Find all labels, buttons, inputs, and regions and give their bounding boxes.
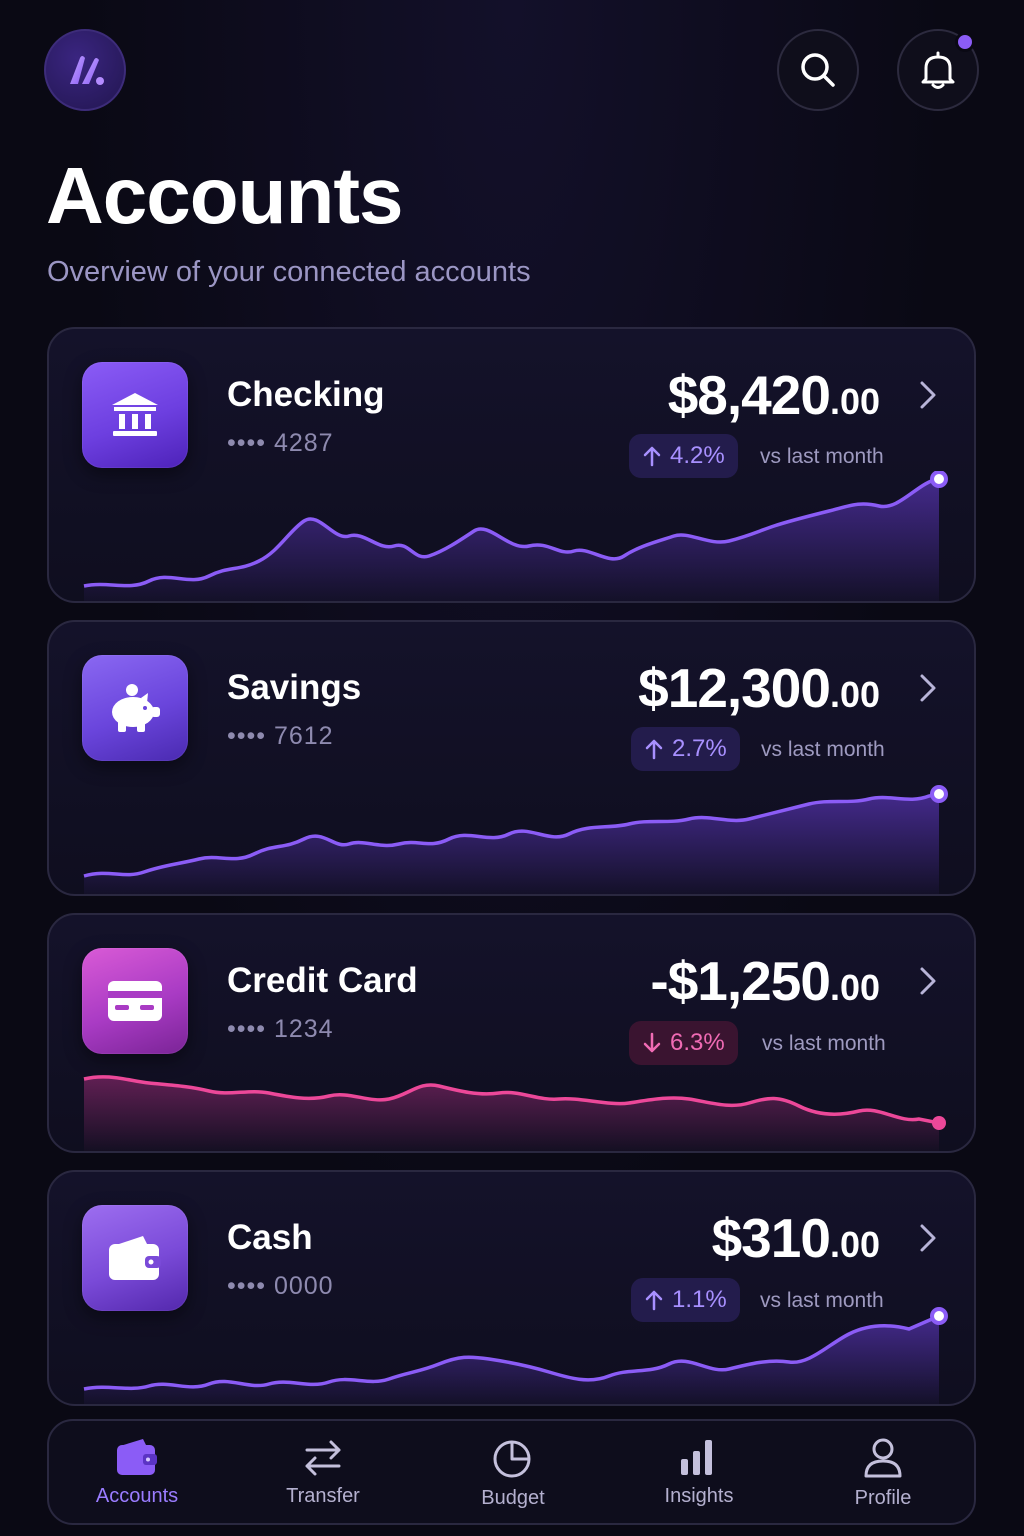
wallet-icon: [82, 1205, 188, 1311]
search-icon: [801, 53, 835, 87]
account-name: Savings: [227, 668, 362, 707]
account-card-checking[interactable]: Checking •••• 4287 $8,420.00 4.2% vs las…: [47, 327, 976, 603]
chevron-right-icon[interactable]: [918, 1222, 938, 1259]
balance-sparkline: [83, 1307, 948, 1404]
balance-sparkline: [83, 785, 948, 894]
account-card-savings[interactable]: Savings •••• 7612 $12,300.00 2.7% vs las…: [47, 620, 976, 896]
arrow-up-icon: [645, 739, 663, 760]
tab-insights[interactable]: Insights: [624, 1421, 774, 1525]
chevron-right-icon[interactable]: [918, 379, 938, 416]
arrow-up-icon: [643, 446, 661, 467]
tab-budget[interactable]: Budget: [438, 1421, 588, 1525]
wallet-icon: [117, 1439, 157, 1475]
balance-sparkline: [83, 471, 948, 601]
account-balance: $310.00: [711, 1207, 880, 1269]
tab-profile[interactable]: Profile: [808, 1421, 958, 1525]
page-subtitle: Overview of your connected accounts: [47, 256, 531, 288]
compare-label: vs last month: [761, 738, 885, 761]
account-balance: $12,300.00: [638, 657, 880, 719]
account-name: Credit Card: [227, 961, 418, 1000]
account-balance: -$1,250.00: [650, 950, 880, 1012]
page-title: Accounts: [46, 151, 403, 240]
account-name: Cash: [227, 1218, 313, 1257]
brand-logo-icon[interactable]: [44, 29, 126, 111]
balance-sparkline: [83, 1075, 946, 1151]
compare-label: vs last month: [760, 445, 884, 468]
credit-card-icon: [82, 948, 188, 1054]
account-card-credit-card[interactable]: Credit Card •••• 1234 -$1,250.00 6.3% vs…: [47, 913, 976, 1153]
chevron-right-icon[interactable]: [918, 965, 938, 1002]
notification-dot: [955, 32, 975, 52]
pie-chart-icon: [493, 1440, 531, 1478]
transfer-arrows-icon: [305, 1440, 341, 1476]
account-balance: $8,420.00: [667, 364, 880, 426]
bottom-tab-bar: Accounts Transfer Budget Insights Profil…: [47, 1419, 976, 1525]
compare-label: vs last month: [762, 1032, 886, 1055]
accounts-screen: Accounts Overview of your connected acco…: [0, 0, 1024, 1536]
chevron-right-icon[interactable]: [918, 672, 938, 709]
account-card-cash[interactable]: Cash •••• 0000 $310.00 1.1% vs last mont…: [47, 1170, 976, 1406]
account-name: Checking: [227, 375, 385, 414]
account-number: •••• 1234: [227, 1015, 334, 1043]
account-number: •••• 4287: [227, 429, 334, 457]
tab-transfer[interactable]: Transfer: [248, 1421, 398, 1525]
bank-icon: [82, 362, 188, 468]
account-number: •••• 0000: [227, 1272, 334, 1300]
piggy-bank-icon: [82, 655, 188, 761]
change-badge: 6.3%: [629, 1021, 738, 1065]
user-icon: [864, 1438, 902, 1478]
account-number: •••• 7612: [227, 722, 334, 750]
search-button[interactable]: [777, 29, 859, 111]
bar-chart-icon: [681, 1440, 712, 1475]
bell-icon: [921, 51, 955, 89]
arrow-down-icon: [643, 1032, 661, 1053]
tab-accounts[interactable]: Accounts: [62, 1421, 212, 1525]
